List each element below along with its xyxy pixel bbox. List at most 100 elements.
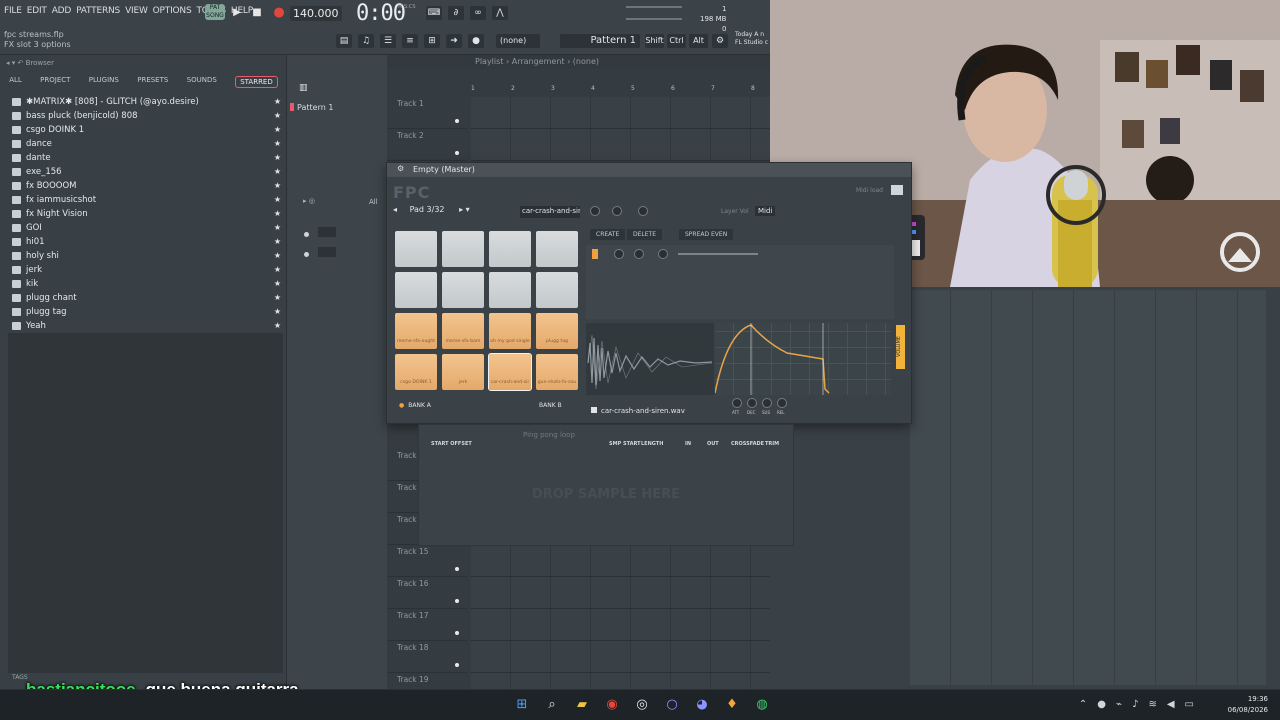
drum-pad[interactable] <box>442 272 484 308</box>
track-lane[interactable] <box>471 97 770 129</box>
browser-item[interactable]: plugg tag ★ <box>0 305 287 319</box>
menu-view[interactable]: VIEW <box>125 6 148 16</box>
star-icon[interactable]: ★ <box>274 109 281 123</box>
tempo-display[interactable]: 140.000 <box>290 6 342 21</box>
drum-pad[interactable]: jerk <box>442 354 484 390</box>
windows-start-icon[interactable]: ⊞ <box>512 695 532 715</box>
star-icon[interactable]: ★ <box>274 207 281 221</box>
browser-item[interactable]: dante ★ <box>0 151 287 165</box>
ctrl-key[interactable]: Ctrl <box>667 34 686 48</box>
browser-item[interactable]: dance ★ <box>0 137 287 151</box>
menu-add[interactable]: ADD <box>52 6 72 16</box>
loop-record-icon[interactable]: ∞ <box>470 6 486 20</box>
pan-knob[interactable] <box>590 206 600 216</box>
star-icon[interactable]: ★ <box>274 151 281 165</box>
track-header[interactable]: Track 15 <box>387 545 467 577</box>
browser-item[interactable]: GOI ★ <box>0 221 287 235</box>
browser-item[interactable]: Yeah ★ <box>0 319 287 333</box>
drum-pad[interactable]: car-crash-and-sir <box>488 353 532 391</box>
search-icon[interactable]: ⌕ <box>542 695 562 715</box>
chevron-up-icon[interactable]: ⌃ <box>1079 699 1087 710</box>
browser-item[interactable]: plugg chant ★ <box>0 291 287 305</box>
record-icon[interactable]: ● <box>272 6 286 20</box>
track-lane[interactable] <box>471 609 770 641</box>
channel-row[interactable] <box>304 227 394 245</box>
envelope-editor[interactable] <box>715 323 891 395</box>
envelope-knob[interactable] <box>762 398 772 408</box>
rack-filter[interactable]: All <box>369 198 378 206</box>
track-mute-dot[interactable] <box>455 151 459 155</box>
waveform-view[interactable] <box>586 323 714 395</box>
fpc-title-bar[interactable]: ⚙ Empty (Master) <box>387 163 911 177</box>
wifi-icon[interactable]: ≋ <box>1148 699 1156 710</box>
layer-knob[interactable] <box>634 249 644 259</box>
discord-icon[interactable]: ◕ <box>692 695 712 715</box>
browser-item[interactable]: fx Night Vision ★ <box>0 207 287 221</box>
star-icon[interactable]: ★ <box>274 137 281 151</box>
file-explorer-icon[interactable]: ▰ <box>572 695 592 715</box>
battery-icon[interactable]: ▭ <box>1185 699 1194 710</box>
menu-edit[interactable]: EDIT <box>27 6 47 16</box>
ping-pong-toggle[interactable]: Ping pong loop <box>523 431 575 439</box>
channel-rack-icon[interactable]: ☰ <box>380 34 396 48</box>
piano-roll-icon[interactable]: ♫ <box>358 34 374 48</box>
arrow-icon[interactable]: ➜ <box>446 34 462 48</box>
drum-pad[interactable]: csgo DOINK 1 <box>395 354 437 390</box>
star-icon[interactable]: ★ <box>274 235 281 249</box>
browser-item[interactable]: bass pluck (benjicold) 808 ★ <box>0 109 287 123</box>
star-icon[interactable]: ★ <box>274 95 281 109</box>
star-icon[interactable]: ★ <box>274 277 281 291</box>
volume-icon[interactable]: ◀ <box>1167 699 1175 710</box>
envelope-knob[interactable] <box>747 398 757 408</box>
browser-item[interactable]: jerk ★ <box>0 263 287 277</box>
browser-nav-icon[interactable]: ◂ ▾ ↶ <box>6 59 26 67</box>
track-header[interactable]: Track 18 <box>387 641 467 673</box>
sample-param-label[interactable]: START OFFSET <box>431 441 472 447</box>
browser-item[interactable]: fx BOOOOM ★ <box>0 179 287 193</box>
browser-item[interactable]: kik ★ <box>0 277 287 291</box>
play-icon[interactable]: ▶ <box>230 6 244 20</box>
volume-tab[interactable]: VOLUME <box>896 325 905 369</box>
channel-row[interactable] <box>304 247 394 265</box>
drum-pad[interactable] <box>489 272 531 308</box>
timeline-ruler[interactable]: 1 2 3 4 5 6 7 8 <box>471 85 770 95</box>
app-icon[interactable]: ○ <box>662 695 682 715</box>
alt-key[interactable]: Alt <box>689 34 708 48</box>
vol-knob[interactable] <box>612 206 622 216</box>
track-mute-dot[interactable] <box>455 631 459 635</box>
tab-all[interactable]: ALL <box>9 76 22 88</box>
sample-name-field[interactable]: car-crash-and-sir <box>520 206 580 218</box>
drum-pad[interactable] <box>442 231 484 267</box>
tray-app-icon[interactable]: ● <box>1097 699 1106 710</box>
spotify-icon[interactable]: ◍ <box>752 695 772 715</box>
drum-pad[interactable]: oh my god single <box>489 313 531 349</box>
sample-param-label[interactable]: SMP START <box>609 441 641 447</box>
cpu-icon[interactable]: ⚙ <box>712 34 728 48</box>
browser-item[interactable]: ✱MATRIX✱ [808] - GLITCH (@ayo.desire) ★ <box>0 95 287 109</box>
drum-pad[interactable]: plugg tag <box>536 313 578 349</box>
star-icon[interactable]: ★ <box>274 123 281 137</box>
step-edit-icon[interactable]: ∂ <box>448 6 464 20</box>
browser-item[interactable]: csgo DOINK 1 ★ <box>0 123 287 137</box>
drop-sample-zone[interactable]: DROP SAMPLE HERE <box>419 487 793 502</box>
typing-keyboard-icon[interactable]: ⌨ <box>426 6 442 20</box>
sample-param-label[interactable]: TRIM <box>765 441 779 447</box>
tab-project[interactable]: PROJECT <box>40 76 70 88</box>
star-icon[interactable]: ★ <box>274 179 281 193</box>
bank-a-button[interactable]: BANK A <box>399 402 431 409</box>
pat-song-toggle[interactable]: PAT SONG <box>205 4 225 20</box>
layer-vol-label[interactable]: Layer Vol <box>721 208 749 215</box>
track-lane[interactable] <box>471 129 770 161</box>
news-panel[interactable]: Today A n FL Studio c <box>735 31 768 47</box>
midi-load-label[interactable]: Midi load <box>856 187 883 194</box>
star-icon[interactable]: ★ <box>274 193 281 207</box>
midi-button[interactable]: Midi <box>755 206 776 216</box>
sample-param-label[interactable]: LENGTH <box>641 441 663 447</box>
track-mute-dot[interactable] <box>455 599 459 603</box>
sample-param-label[interactable]: IN <box>685 441 691 447</box>
wav-filename[interactable]: car-crash-and-siren.wav <box>601 407 685 415</box>
envelope-knob[interactable] <box>732 398 742 408</box>
track-mute-dot[interactable] <box>455 567 459 571</box>
menu-patterns[interactable]: PATTERNS <box>76 6 120 16</box>
tab-plugins[interactable]: PLUGINS <box>89 76 119 88</box>
